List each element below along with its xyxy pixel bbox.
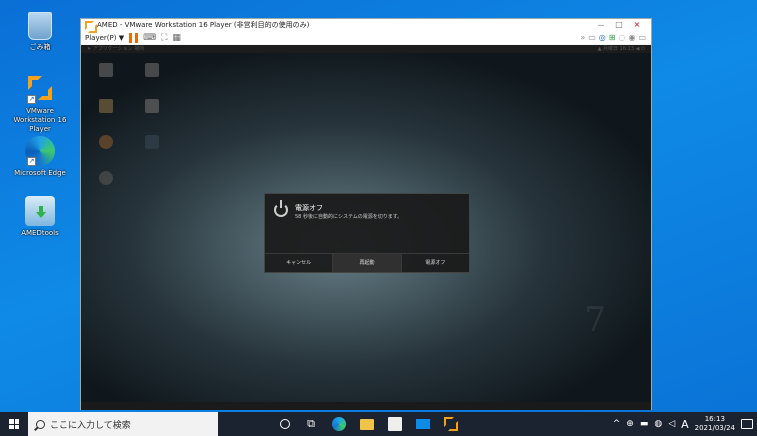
cd-icon[interactable]: ◎ [599, 33, 606, 42]
system-tray: ^ ⊕ ▬ ◍ ◁ A 16:13 2021/03/24 [613, 412, 753, 436]
cancel-button[interactable]: キャンセル [265, 254, 334, 272]
guest-panel-menu: ➤ アプリケーション 場所 [87, 46, 145, 52]
player-menu[interactable]: Player(P) ▼ [85, 34, 124, 42]
maximize-button[interactable]: □ [611, 20, 627, 31]
guest-desktop-icon [137, 61, 167, 91]
send-ctrl-alt-del-icon[interactable]: ⌨ [143, 33, 156, 43]
vmware-taskbar-icon[interactable] [444, 417, 458, 431]
dialog-message: 58 秒後に自動的にシステムの電源を切ります。 [295, 214, 403, 220]
shortcut-arrow-icon: ↗ [27, 157, 36, 166]
volume-icon[interactable]: ◁ [668, 419, 675, 429]
guest-bottom-panel [81, 402, 651, 410]
notification-icon[interactable] [741, 419, 753, 429]
guest-desktop-icon [91, 169, 121, 199]
windows-logo-icon [9, 419, 19, 429]
pause-icon[interactable] [129, 32, 139, 43]
sound-icon[interactable]: ◉ [628, 33, 635, 42]
power-off-button[interactable]: 電源オフ [402, 254, 469, 272]
minimize-button[interactable]: － [593, 20, 609, 31]
vmware-window: AMED - VMware Workstation 16 Player (非営利… [80, 18, 652, 410]
network-icon[interactable]: ◍ [654, 419, 662, 429]
window-title: AMED - VMware Workstation 16 Player (非営利… [97, 21, 310, 29]
desktop-icon-label: ごみ箱 [29, 43, 51, 51]
guest-panel-status: ▲ 月曜日 16:13 ◀ ⏻ [597, 46, 645, 52]
toolbar: Player(P) ▼ ⌨ ⛶ ▦ » ▭ ◎ ⊞ ◌ ◉ ▭ [81, 31, 651, 44]
unity-icon[interactable]: ▦ [172, 33, 181, 43]
tray-app-icon[interactable]: ⊕ [626, 419, 634, 429]
dialog-title: 電源オフ [295, 204, 323, 212]
store-icon[interactable] [388, 417, 402, 431]
guest-desktop-icon [91, 61, 121, 91]
ime-indicator[interactable]: A [681, 418, 689, 431]
desktop-icon-label: AMEDtools [21, 229, 59, 237]
cortana-icon[interactable] [280, 419, 290, 429]
search-icon [36, 419, 45, 429]
hdd-icon[interactable]: ▭ [588, 33, 596, 42]
file-explorer-icon[interactable] [360, 418, 374, 430]
guest-desktop-icon [91, 97, 121, 127]
guest-desktop-icon [91, 133, 121, 163]
edge-icon: ↗ [25, 136, 55, 166]
power-off-dialog: 電源オフ 58 秒後に自動的にシステムの電源を切ります。 キャンセル 再起動 電… [264, 193, 470, 273]
guest-top-panel: ➤ アプリケーション 場所 ▲ 月曜日 16:13 ◀ ⏻ [81, 45, 651, 53]
desktop-icon-edge[interactable]: ↗ Microsoft Edge [8, 136, 72, 178]
guest-screen[interactable]: ➤ アプリケーション 場所 ▲ 月曜日 16:13 ◀ ⏻ 7 電源オフ 58 … [81, 45, 651, 410]
shortcut-arrow-icon: ↗ [27, 95, 36, 104]
guest-wallpaper-logo: 7 [584, 300, 606, 340]
guest-desktop-icon [137, 133, 167, 163]
search-placeholder: ここに入力して検索 [50, 420, 131, 431]
vmware-logo-icon [85, 20, 97, 33]
desktop-icon-label: VMware Workstation 16 Player [13, 107, 67, 133]
desktop-icon-amedtools[interactable]: AMEDtools [8, 196, 72, 238]
display-icon[interactable]: ▭ [638, 33, 646, 42]
restart-button[interactable]: 再起動 [333, 254, 402, 272]
desktop-icon-label: Microsoft Edge [14, 169, 66, 177]
taskbar-search-box[interactable]: ここに入力して検索 [28, 412, 218, 436]
power-icon [274, 200, 288, 217]
close-button[interactable]: × [629, 20, 645, 31]
fullscreen-icon[interactable]: ⛶ [161, 33, 167, 43]
task-view-icon[interactable]: ⧉ [304, 417, 318, 431]
arrow-icon[interactable]: » [580, 33, 585, 42]
network-icon[interactable]: ⊞ [609, 33, 616, 42]
desktop-icon-recycle-bin[interactable]: ごみ箱 [8, 12, 72, 52]
desktop-icon-vmware[interactable]: ↗ VMware Workstation 16 Player [8, 74, 72, 134]
guest-desktop-icon [137, 97, 167, 127]
edge-taskbar-icon[interactable] [332, 417, 346, 431]
vmware-icon: ↗ [25, 74, 55, 104]
title-bar[interactable]: AMED - VMware Workstation 16 Player (非営利… [81, 19, 651, 33]
battery-icon[interactable]: ▬ [640, 419, 649, 429]
taskbar: ここに入力して検索 ⧉ ^ ⊕ ▬ ◍ ◁ A 16:13 2021/03/24 [0, 412, 757, 436]
clock-time: 16:13 [704, 415, 725, 423]
recycle-bin-icon [28, 12, 52, 40]
start-button[interactable] [0, 412, 28, 436]
clock[interactable]: 16:13 2021/03/24 [695, 415, 735, 433]
amed-installer-icon [25, 196, 55, 226]
tray-overflow-icon[interactable]: ^ [613, 419, 621, 429]
usb-icon[interactable]: ◌ [618, 33, 625, 42]
clock-date: 2021/03/24 [694, 424, 735, 432]
mail-icon[interactable] [416, 419, 430, 429]
